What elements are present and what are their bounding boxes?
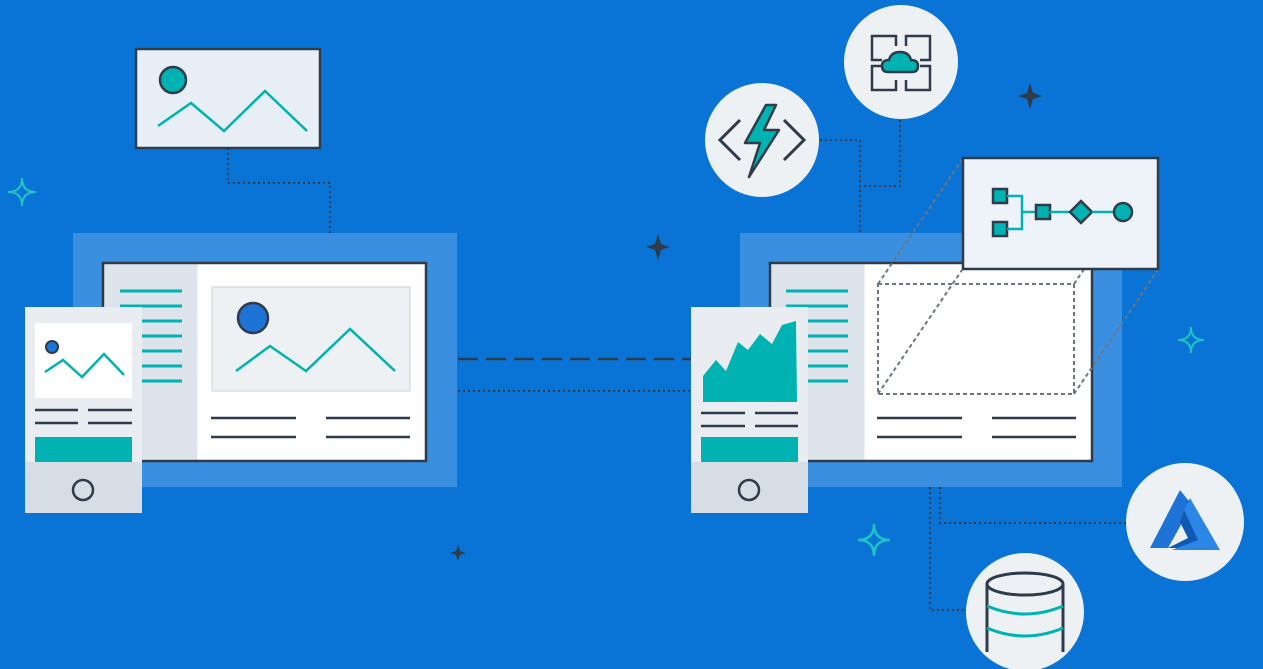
image-card <box>134 47 322 150</box>
sun-icon <box>45 340 59 354</box>
sparkle-icon <box>646 234 670 260</box>
sparkle-icon <box>1018 83 1042 109</box>
cloud-app-illustration <box>7 5 1244 669</box>
cloud-service-icon <box>844 5 958 119</box>
action-block <box>701 437 798 462</box>
image-placeholder <box>211 286 411 392</box>
illustration-canvas <box>0 0 1263 669</box>
database-icon <box>966 553 1084 669</box>
sparkle-icon <box>857 523 891 557</box>
azure-functions-lightning-icon <box>705 83 819 197</box>
mobile-device-right <box>691 307 808 513</box>
phone-bezel <box>25 462 142 513</box>
azure-logo-icon <box>1126 463 1244 581</box>
sun-icon <box>158 65 188 95</box>
sparkle-icon <box>450 545 466 561</box>
workflow-card <box>961 156 1160 271</box>
mobile-device-left <box>25 307 142 513</box>
sparkle-icon <box>7 177 37 207</box>
sun-icon <box>236 301 270 335</box>
action-block <box>35 437 132 462</box>
phone-bezel <box>691 462 808 513</box>
sparkle-icon <box>1177 326 1205 354</box>
web-app-window-left <box>101 261 428 463</box>
